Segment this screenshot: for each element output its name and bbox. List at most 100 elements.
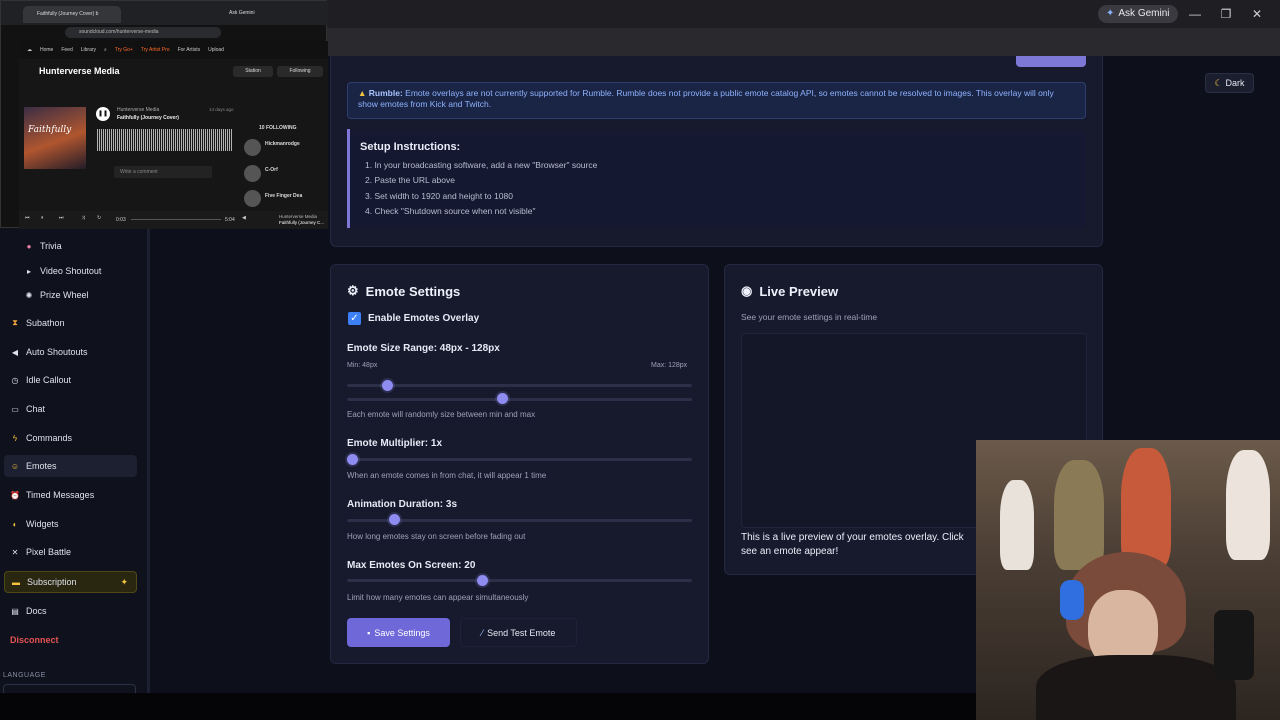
sidebar-item-label: Auto Shoutouts bbox=[26, 347, 88, 357]
sc-np-track: Faithfully (Journey C... bbox=[279, 220, 325, 225]
sc-for-artists[interactable]: For Artists bbox=[178, 47, 201, 53]
sidebar-item-widgets[interactable]: ◐ Widgets bbox=[4, 513, 137, 535]
disconnect-label: Disconnect bbox=[10, 635, 59, 645]
size-min-thumb[interactable] bbox=[382, 380, 393, 391]
previous-icon[interactable]: ⏮ bbox=[25, 215, 30, 221]
sc-track-age: 14 days ago bbox=[209, 107, 234, 112]
gemini-icon: ✦ bbox=[1106, 8, 1115, 19]
clock-icon: ◷ bbox=[11, 375, 19, 385]
theme-toggle-label: Dark bbox=[1225, 78, 1245, 88]
waveform[interactable] bbox=[97, 129, 232, 151]
sidebar-item-label: Video Shoutout bbox=[40, 266, 102, 276]
mini-ask-gemini[interactable]: Ask Gemini bbox=[229, 10, 255, 16]
sc-progress-bar[interactable] bbox=[131, 219, 221, 220]
sc-nav-feed[interactable]: Feed bbox=[61, 47, 72, 53]
floating-browser-window[interactable]: Faithfully (Journey Cover) b Ask Gemini … bbox=[0, 0, 328, 229]
track-artwork[interactable]: Faithfully bbox=[24, 107, 86, 169]
sidebar-item-auto-shoutouts[interactable]: ◀ Auto Shoutouts bbox=[4, 341, 137, 363]
send-test-emote-label: Send Test Emote bbox=[487, 627, 556, 638]
max-emotes-label: Max Emotes On Screen: 20 bbox=[347, 560, 476, 571]
sidebar-item-idle-callout[interactable]: ◷ Idle Callout bbox=[4, 369, 137, 391]
sidebar-item-chat[interactable]: ▭ Chat bbox=[4, 398, 137, 420]
setup-instructions: Setup Instructions: 1. In your broadcast… bbox=[347, 129, 1086, 228]
pause-icon[interactable]: ⏸ bbox=[41, 215, 44, 221]
maximize-icon[interactable]: ❐ bbox=[1216, 6, 1236, 22]
sidebar-item-timed-messages[interactable]: ⏰ Timed Messages bbox=[4, 484, 137, 506]
sc-try-go[interactable]: Try Go+ bbox=[115, 47, 133, 53]
sidebar-item-prize-wheel[interactable]: ✺ Prize Wheel bbox=[4, 284, 137, 306]
sc-nav-home[interactable]: Home bbox=[40, 47, 53, 53]
ask-gemini-button[interactable]: ✦ Ask Gemini bbox=[1098, 5, 1178, 23]
duration-thumb[interactable] bbox=[389, 514, 400, 525]
minimize-icon[interactable]: — bbox=[1185, 6, 1205, 22]
next-icon[interactable]: ⏭ bbox=[59, 215, 64, 221]
duration-hint: How long emotes stay on screen before fa… bbox=[347, 532, 526, 541]
sc-following-button[interactable]: Following bbox=[277, 66, 323, 77]
mini-tab[interactable]: Faithfully (Journey Cover) b bbox=[23, 6, 121, 23]
sc-nav-library[interactable]: Library bbox=[81, 47, 96, 53]
mini-url-bar[interactable]: soundcloud.com/hunterverse-media bbox=[65, 27, 221, 38]
sc-station-button[interactable]: Station bbox=[233, 66, 273, 77]
sidebar-item-pixel-battle[interactable]: ✕ Pixel Battle bbox=[4, 541, 137, 563]
close-window-icon[interactable]: ✕ bbox=[1247, 6, 1267, 22]
sidebar-item-label: Pixel Battle bbox=[26, 547, 72, 557]
pause-icon[interactable]: ❚❚ bbox=[96, 107, 110, 121]
search-icon[interactable]: ⌕ bbox=[104, 47, 107, 53]
multiplier-thumb[interactable] bbox=[347, 454, 358, 465]
setup-title: Setup Instructions: bbox=[360, 141, 461, 153]
theme-toggle-button[interactable]: ☾ Dark bbox=[1205, 73, 1254, 93]
emote-settings-title: ⚙ Emote Settings bbox=[347, 283, 460, 299]
sc-track-artist: Hunterverse Media bbox=[117, 107, 160, 113]
size-max-thumb[interactable] bbox=[497, 393, 508, 404]
sc-track-title: Faithfully (Journey Cover) bbox=[117, 115, 179, 121]
language-select[interactable] bbox=[3, 684, 136, 693]
avatar[interactable] bbox=[244, 139, 261, 156]
live-preview-title: ◉ Live Preview bbox=[741, 283, 838, 299]
sidebar-item-emotes[interactable]: ☺ Emotes bbox=[4, 455, 137, 477]
sidebar-item-label: Docs bbox=[26, 606, 47, 616]
soundcloud-nav: ☁ Home Feed Library ⌕ Try Go+ Try Artist… bbox=[19, 41, 328, 59]
alarm-icon: ⏰ bbox=[10, 490, 20, 500]
sidebar-item-trivia[interactable]: ● Trivia bbox=[4, 235, 137, 257]
sidebar-item-label: Timed Messages bbox=[26, 490, 95, 500]
max-emotes-thumb[interactable] bbox=[477, 575, 488, 586]
sidebar-item-subathon[interactable]: ⧗ Subathon bbox=[4, 312, 137, 334]
sidebar-item-label: Subathon bbox=[26, 318, 65, 328]
repeat-icon[interactable]: ↻ bbox=[97, 215, 101, 221]
copy-url-button[interactable] bbox=[1016, 56, 1086, 67]
sidebar-item-subscription[interactable]: ▬ Subscription ✦ bbox=[4, 571, 137, 593]
disconnect-button[interactable]: Disconnect bbox=[4, 629, 137, 651]
max-emotes-hint: Limit how many emotes can appear simulta… bbox=[347, 593, 529, 602]
sidebar-item-commands[interactable]: ϟ Commands bbox=[4, 427, 137, 449]
avatar[interactable] bbox=[244, 190, 261, 207]
floppy-icon: ▪ bbox=[367, 627, 371, 638]
size-max-slider[interactable] bbox=[347, 398, 692, 401]
sc-following-name[interactable]: Hickmanrodge bbox=[265, 141, 300, 147]
size-hint: Each emote will randomly size between mi… bbox=[347, 410, 536, 419]
soundcloud-logo-icon: ☁ bbox=[27, 47, 32, 53]
send-test-emote-button[interactable]: ⁄ Send Test Emote bbox=[460, 618, 577, 647]
sc-try-artist[interactable]: Try Artist Pro bbox=[141, 47, 170, 53]
sc-comment-input[interactable]: Write a comment bbox=[114, 166, 212, 178]
sc-upload[interactable]: Upload bbox=[208, 47, 224, 53]
moon-icon: ☾ bbox=[1214, 77, 1223, 88]
shuffle-icon[interactable]: ⤨ bbox=[81, 215, 85, 221]
setup-step: 3. Set width to 1920 and height to 1080 bbox=[365, 190, 513, 201]
volume-icon[interactable]: ◀ bbox=[242, 215, 246, 221]
size-min-slider[interactable] bbox=[347, 384, 692, 387]
sidebar-item-docs[interactable]: ▤ Docs bbox=[4, 600, 137, 622]
sc-following-name[interactable]: Five Finger Dea bbox=[265, 193, 302, 199]
save-settings-button[interactable]: ▪ Save Settings bbox=[347, 618, 450, 647]
avatar[interactable] bbox=[244, 165, 261, 182]
enable-emotes-checkbox[interactable]: ✓ bbox=[348, 312, 361, 325]
doll-figure bbox=[1121, 448, 1171, 568]
multiplier-slider[interactable] bbox=[347, 458, 692, 461]
sidebar-item-label: Trivia bbox=[40, 241, 62, 251]
sidebar-item-video-shoutout[interactable]: ▸ Video Shoutout bbox=[4, 260, 137, 282]
microphone bbox=[1214, 610, 1254, 680]
card-icon: ▬ bbox=[12, 577, 20, 587]
max-emotes-slider[interactable] bbox=[347, 579, 692, 582]
language-label: LANGUAGE bbox=[3, 672, 46, 679]
sc-following-name[interactable]: C-Orf bbox=[265, 167, 278, 173]
sidebar-item-label: Emotes bbox=[26, 461, 57, 471]
